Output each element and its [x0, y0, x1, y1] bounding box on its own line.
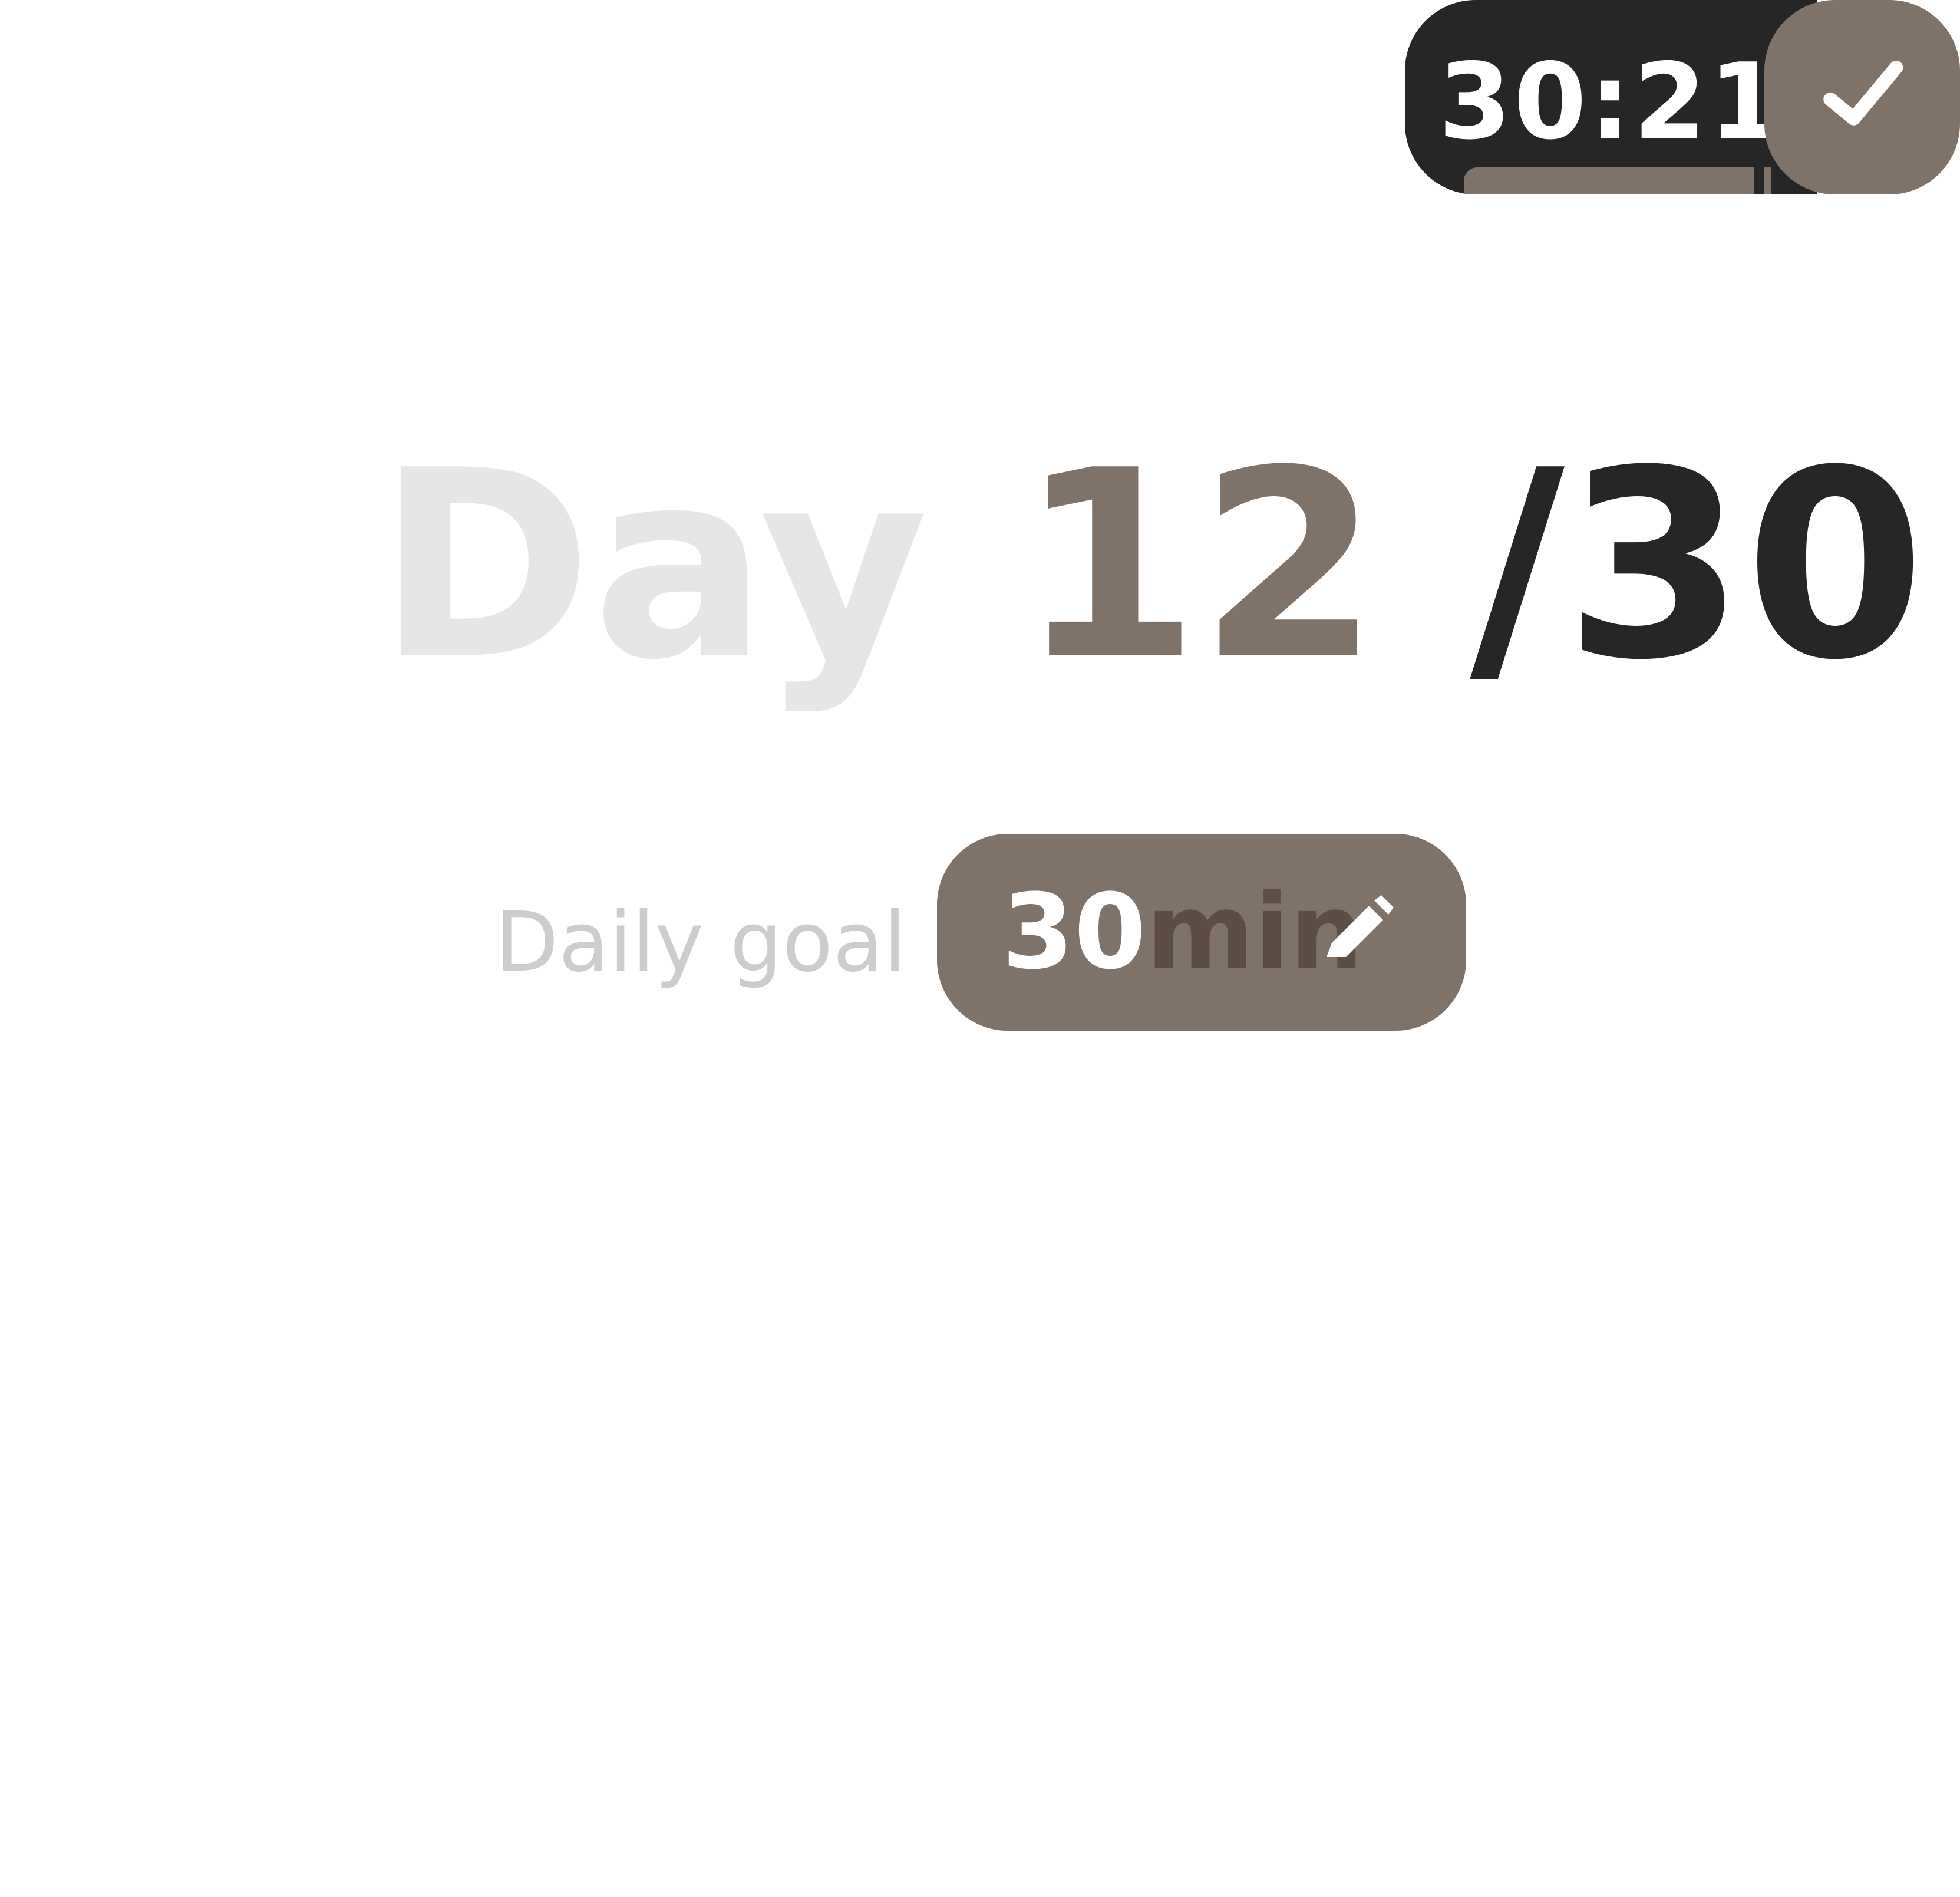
timer-panel: 30:21	[1405, 0, 1817, 194]
day-total: 30	[1564, 415, 1926, 717]
day-counter: Day 12 /30	[0, 413, 1960, 719]
check-icon	[1809, 44, 1915, 150]
goal-number: 30	[1002, 872, 1146, 992]
day-separator: /	[1470, 415, 1565, 717]
timer-progress-fill	[1464, 167, 1771, 194]
day-label: Day	[377, 415, 929, 717]
pencil-icon	[1314, 888, 1403, 976]
complete-button[interactable]	[1764, 0, 1960, 194]
day-current: 12	[1018, 415, 1380, 717]
daily-goal-value: 30min	[1002, 834, 1364, 1031]
timer-progress-bar	[1464, 167, 1817, 194]
timer-progress-divider	[1754, 167, 1764, 194]
daily-goal-button[interactable]: 30min	[937, 834, 1466, 1031]
timer-widget: 30:21	[1405, 0, 1960, 194]
timer-display: 30:21	[1438, 41, 1784, 163]
daily-goal-label: Daily goal	[495, 895, 906, 991]
